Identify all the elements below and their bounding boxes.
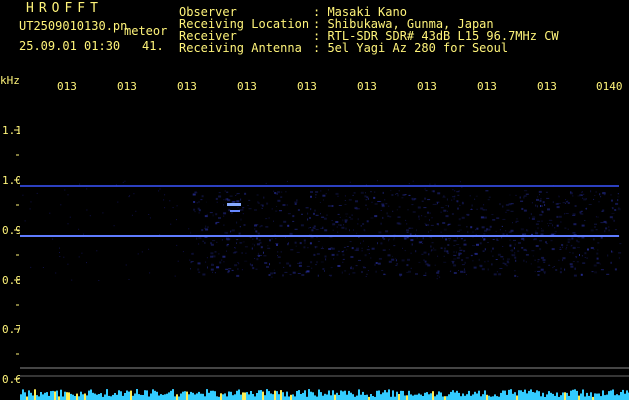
x-tick: 013 (57, 80, 77, 93)
antenna-label: Receiving Antenna (179, 41, 302, 55)
x-tick: 013 (417, 80, 437, 93)
x-tick: 013 (237, 80, 257, 93)
x-tick: 013 (537, 80, 557, 93)
antenna-value: : 5el Yagi Az 280 for Seoul (313, 41, 509, 55)
x-tick: 013 (477, 80, 497, 93)
y-axis-ticks (14, 129, 19, 380)
meteor-count: 41. (142, 39, 164, 53)
file-name: UT2509010130.pn (19, 19, 128, 33)
x-tick: 013 (117, 80, 137, 93)
y-axis-unit: kHz (0, 74, 20, 87)
spectrogram-background (20, 100, 629, 400)
x-tick: 013 (357, 80, 377, 93)
x-tick: 013 (297, 80, 317, 93)
x-tick: 0140 (596, 80, 623, 93)
date-time: 25.09.01 01:30 (19, 39, 121, 53)
app-title: HROFFT (26, 1, 103, 16)
x-tick: 013 (177, 80, 197, 93)
spectrogram (20, 100, 629, 400)
meteor-tag: meteor (124, 24, 168, 38)
